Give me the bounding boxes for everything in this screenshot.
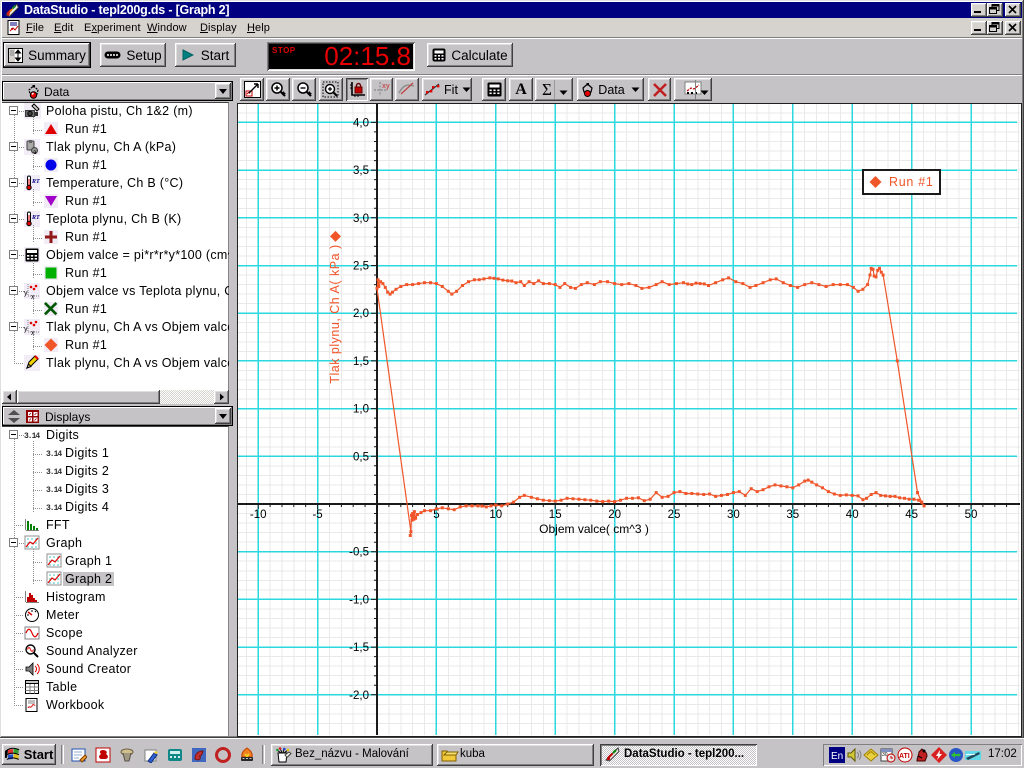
svg-text:2,5: 2,5 — [353, 261, 369, 273]
svg-text:1,5: 1,5 — [353, 356, 369, 368]
svg-text:-5: -5 — [312, 509, 322, 521]
svg-text:20: 20 — [608, 509, 621, 521]
svg-text:2,0: 2,0 — [353, 308, 369, 320]
svg-text:30: 30 — [727, 509, 740, 521]
svg-text:y: y — [24, 326, 28, 333]
svg-text:RTD: RTD — [31, 215, 40, 221]
svg-text:50: 50 — [965, 509, 978, 521]
svg-text:ATI: ATI — [899, 753, 910, 760]
svg-text:40: 40 — [846, 509, 859, 521]
svg-text:3.14: 3.14 — [46, 468, 62, 477]
svg-text:-10: -10 — [250, 509, 267, 521]
svg-text:15: 15 — [549, 509, 562, 521]
svg-text:-0,5: -0,5 — [349, 547, 369, 559]
svg-text:25: 25 — [668, 509, 681, 521]
svg-text:xy: xy — [382, 83, 390, 90]
svg-text:y: y — [24, 290, 28, 297]
svg-text:3.14: 3.14 — [46, 450, 62, 459]
svg-text:3.14: 3.14 — [46, 486, 62, 495]
svg-text:3,5: 3,5 — [353, 165, 369, 177]
svg-text:3,0: 3,0 — [353, 213, 369, 225]
svg-text:Run #1: Run #1 — [889, 175, 934, 189]
svg-text:3.14: 3.14 — [46, 504, 62, 513]
svg-text:Objem valce( cm^3 ): Objem valce( cm^3 ) — [539, 522, 649, 536]
svg-text:-1,5: -1,5 — [349, 642, 369, 654]
svg-text:5: 5 — [433, 509, 439, 521]
svg-text:En: En — [831, 751, 843, 762]
svg-text:4,0: 4,0 — [353, 117, 369, 129]
svg-text:35: 35 — [786, 509, 799, 521]
svg-text:-1,0: -1,0 — [349, 594, 369, 606]
svg-text:0,5: 0,5 — [353, 451, 369, 463]
svg-text:RTD: RTD — [31, 179, 40, 185]
svg-text:Tlak plynu, Ch A( kPa ): Tlak plynu, Ch A( kPa ) — [328, 244, 342, 383]
svg-text:45: 45 — [905, 509, 918, 521]
svg-text:10: 10 — [489, 509, 502, 521]
svg-text:-2,0: -2,0 — [349, 690, 369, 702]
svg-text:3.14: 3.14 — [24, 432, 40, 441]
svg-text:1,0: 1,0 — [353, 404, 369, 416]
